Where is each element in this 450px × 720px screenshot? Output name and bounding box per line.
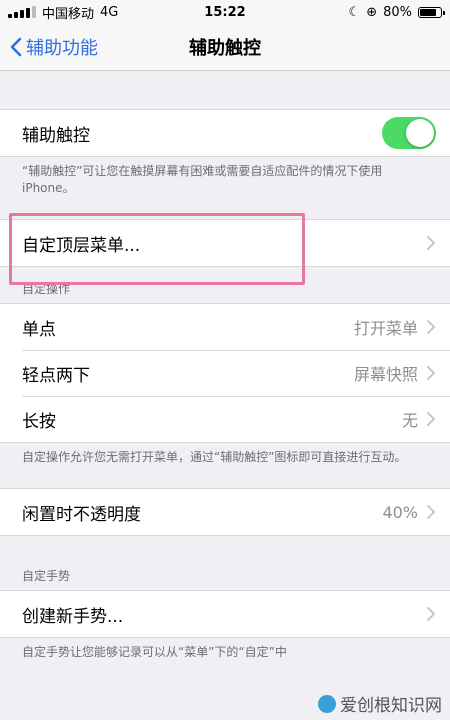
watermark-text: 爱创根知识网 xyxy=(340,696,442,716)
idle-opacity-value: 40% xyxy=(382,502,418,522)
create-gesture-row[interactable]: 创建新手势... xyxy=(0,591,450,637)
moon-icon: ☾ xyxy=(348,4,361,20)
double-tap-label: 轻点两下 xyxy=(22,365,90,386)
back-button[interactable]: 辅助功能 xyxy=(0,34,98,60)
chevron-right-icon xyxy=(427,320,436,334)
chevron-left-icon xyxy=(10,37,22,57)
chevron-right-icon xyxy=(427,366,436,380)
rotation-lock-icon: ⊕ xyxy=(366,4,378,20)
chevron-right-icon xyxy=(427,505,436,519)
long-press-value: 无 xyxy=(401,411,418,430)
chevron-right-icon xyxy=(427,607,436,621)
double-tap-value: 屏幕快照 xyxy=(353,365,418,384)
custom-gestures-header: 自定手势 xyxy=(22,569,71,583)
single-tap-row[interactable]: 单点 打开菜单 xyxy=(0,304,450,350)
single-tap-label: 单点 xyxy=(22,319,56,340)
custom-top-menu-row[interactable]: 自定顶层菜单... xyxy=(0,220,450,266)
navigation-bar: 辅助功能 辅助触控 xyxy=(0,24,450,71)
double-tap-row[interactable]: 轻点两下 屏幕快照 xyxy=(0,350,450,396)
long-press-row[interactable]: 长按 无 xyxy=(0,396,450,442)
watermark: 爱创根知识网 xyxy=(316,691,444,716)
back-label: 辅助功能 xyxy=(26,38,98,59)
custom-gestures-footer: 自定手势让您能够记录可以从“菜单”下的“自定”中 xyxy=(22,645,287,659)
status-left: 中国移动 4G xyxy=(8,3,118,22)
custom-top-menu-label: 自定顶层菜单... xyxy=(22,235,141,256)
idle-opacity-row[interactable]: 闲置时不透明度 40% xyxy=(0,489,450,535)
idle-opacity-label: 闲置时不透明度 xyxy=(22,504,141,525)
idle-opacity-group: 闲置时不透明度 40% xyxy=(0,488,450,536)
carrier-name: 中国移动 xyxy=(42,6,95,22)
single-tap-value: 打开菜单 xyxy=(353,319,418,338)
custom-actions-header: 自定操作 xyxy=(22,282,71,296)
assistive-touch-toggle[interactable] xyxy=(382,117,436,149)
toggle-knob xyxy=(406,119,434,147)
battery-icon xyxy=(418,6,445,18)
chevron-right-icon xyxy=(427,236,436,250)
long-press-label: 长按 xyxy=(22,411,56,432)
signal-icon xyxy=(8,6,36,18)
watermark-logo-icon xyxy=(318,694,336,713)
battery-percent: 80% xyxy=(383,4,412,20)
assistive-touch-label: 辅助触控 xyxy=(22,125,90,146)
network-type: 4G xyxy=(100,4,119,20)
create-gesture-label: 创建新手势... xyxy=(22,606,124,627)
assistive-touch-group: 辅助触控 xyxy=(0,109,450,157)
chevron-right-icon xyxy=(427,412,436,426)
custom-gestures-group: 创建新手势... xyxy=(0,590,450,638)
status-right: ☾ ⊕ 80% xyxy=(348,4,445,20)
custom-actions-group: 单点 打开菜单 轻点两下 屏幕快照 长按 无 xyxy=(0,303,450,443)
status-bar: 中国移动 4G 15:22 ☾ ⊕ 80% xyxy=(0,0,450,24)
custom-menu-group: 自定顶层菜单... xyxy=(0,219,450,267)
assistive-touch-row: 辅助触控 xyxy=(0,110,450,156)
custom-actions-footer: 自定操作允许您无需打开菜单，通过“辅助触控”图标即可直接进行互动。 xyxy=(22,450,407,464)
assistive-touch-footer: “辅助触控”可让您在触摸屏幕有困难或需要自适应配件的情况下使用 iPhone。 xyxy=(22,164,383,195)
